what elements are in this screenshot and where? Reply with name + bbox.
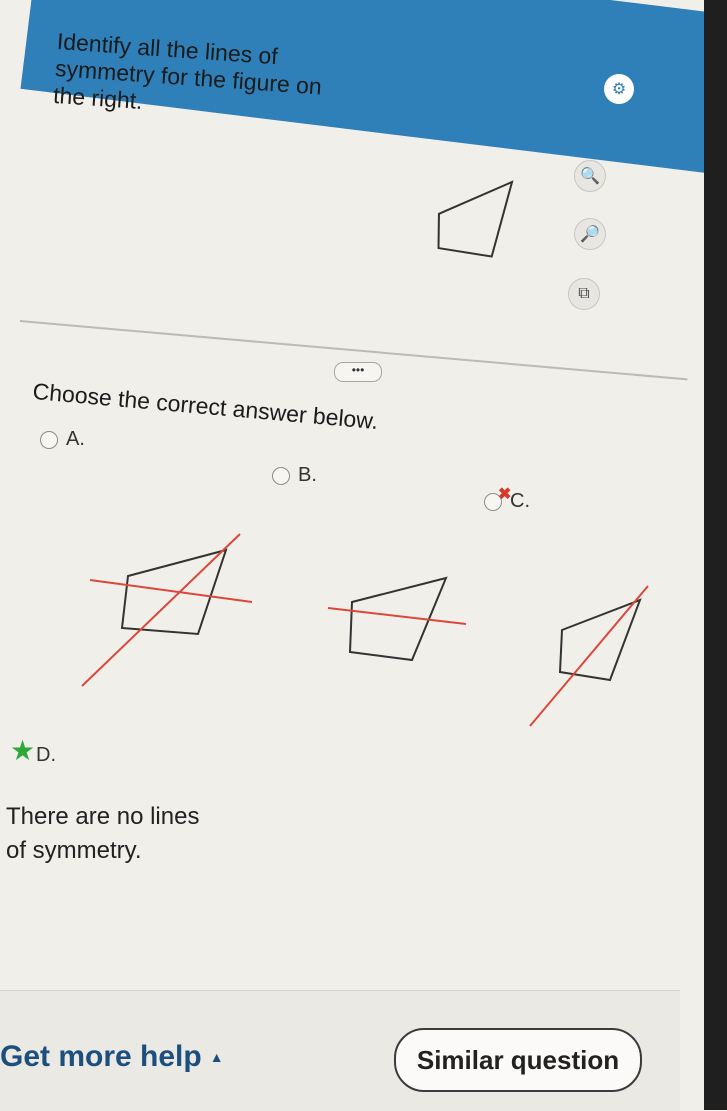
- zoom-in-button[interactable]: 🔍: [574, 160, 606, 192]
- choice-a[interactable]: A.: [40, 428, 85, 451]
- choice-b[interactable]: B.: [272, 464, 317, 487]
- question-text: Identify all the lines of symmetry for t…: [52, 28, 323, 115]
- answer-prompt: Choose the correct answer below.: [31, 378, 380, 435]
- question-figure: [437, 180, 514, 258]
- radio-b[interactable]: [272, 466, 290, 485]
- zoom-out-button[interactable]: 🔎: [574, 218, 606, 250]
- choice-d[interactable]: D.: [10, 744, 56, 767]
- device-edge: [704, 0, 727, 1110]
- option-c-line: [529, 585, 649, 727]
- get-more-help-label: Get more help: [0, 1040, 202, 1073]
- settings-button[interactable]: ⚙: [604, 74, 634, 104]
- choice-c-label: C.: [510, 490, 530, 512]
- popout-icon: ⧉: [578, 285, 590, 302]
- incorrect-mark-icon: ✖: [498, 486, 512, 503]
- gear-icon: ⚙: [611, 81, 627, 98]
- question-panel: Identify all the lines of symmetry for t…: [0, 0, 700, 340]
- zoom-in-icon: 🔍: [580, 168, 600, 185]
- option-a-line-horizontal: [89, 579, 253, 603]
- option-a-line-diagonal: [81, 533, 241, 687]
- similar-question-button[interactable]: Similar question: [394, 1028, 642, 1092]
- choice-d-text: There are no lines of symmetry.: [6, 803, 200, 864]
- option-figures: [81, 533, 649, 727]
- get-more-help-link[interactable]: Get more help ▲: [0, 1040, 224, 1074]
- option-b-figure: [327, 576, 467, 662]
- caret-up-icon: ▲: [209, 1049, 224, 1065]
- option-c-figure: [529, 585, 649, 727]
- popout-button[interactable]: ⧉: [568, 278, 600, 310]
- option-a-figure: [81, 533, 253, 687]
- radio-a[interactable]: [40, 430, 58, 449]
- zoom-out-icon: 🔎: [580, 226, 600, 243]
- choice-a-label: A.: [66, 428, 85, 450]
- choice-b-label: B.: [298, 464, 317, 486]
- choice-d-label: D.: [36, 744, 56, 766]
- option-b-line: [327, 607, 467, 625]
- expand-more-button[interactable]: •••: [334, 362, 382, 382]
